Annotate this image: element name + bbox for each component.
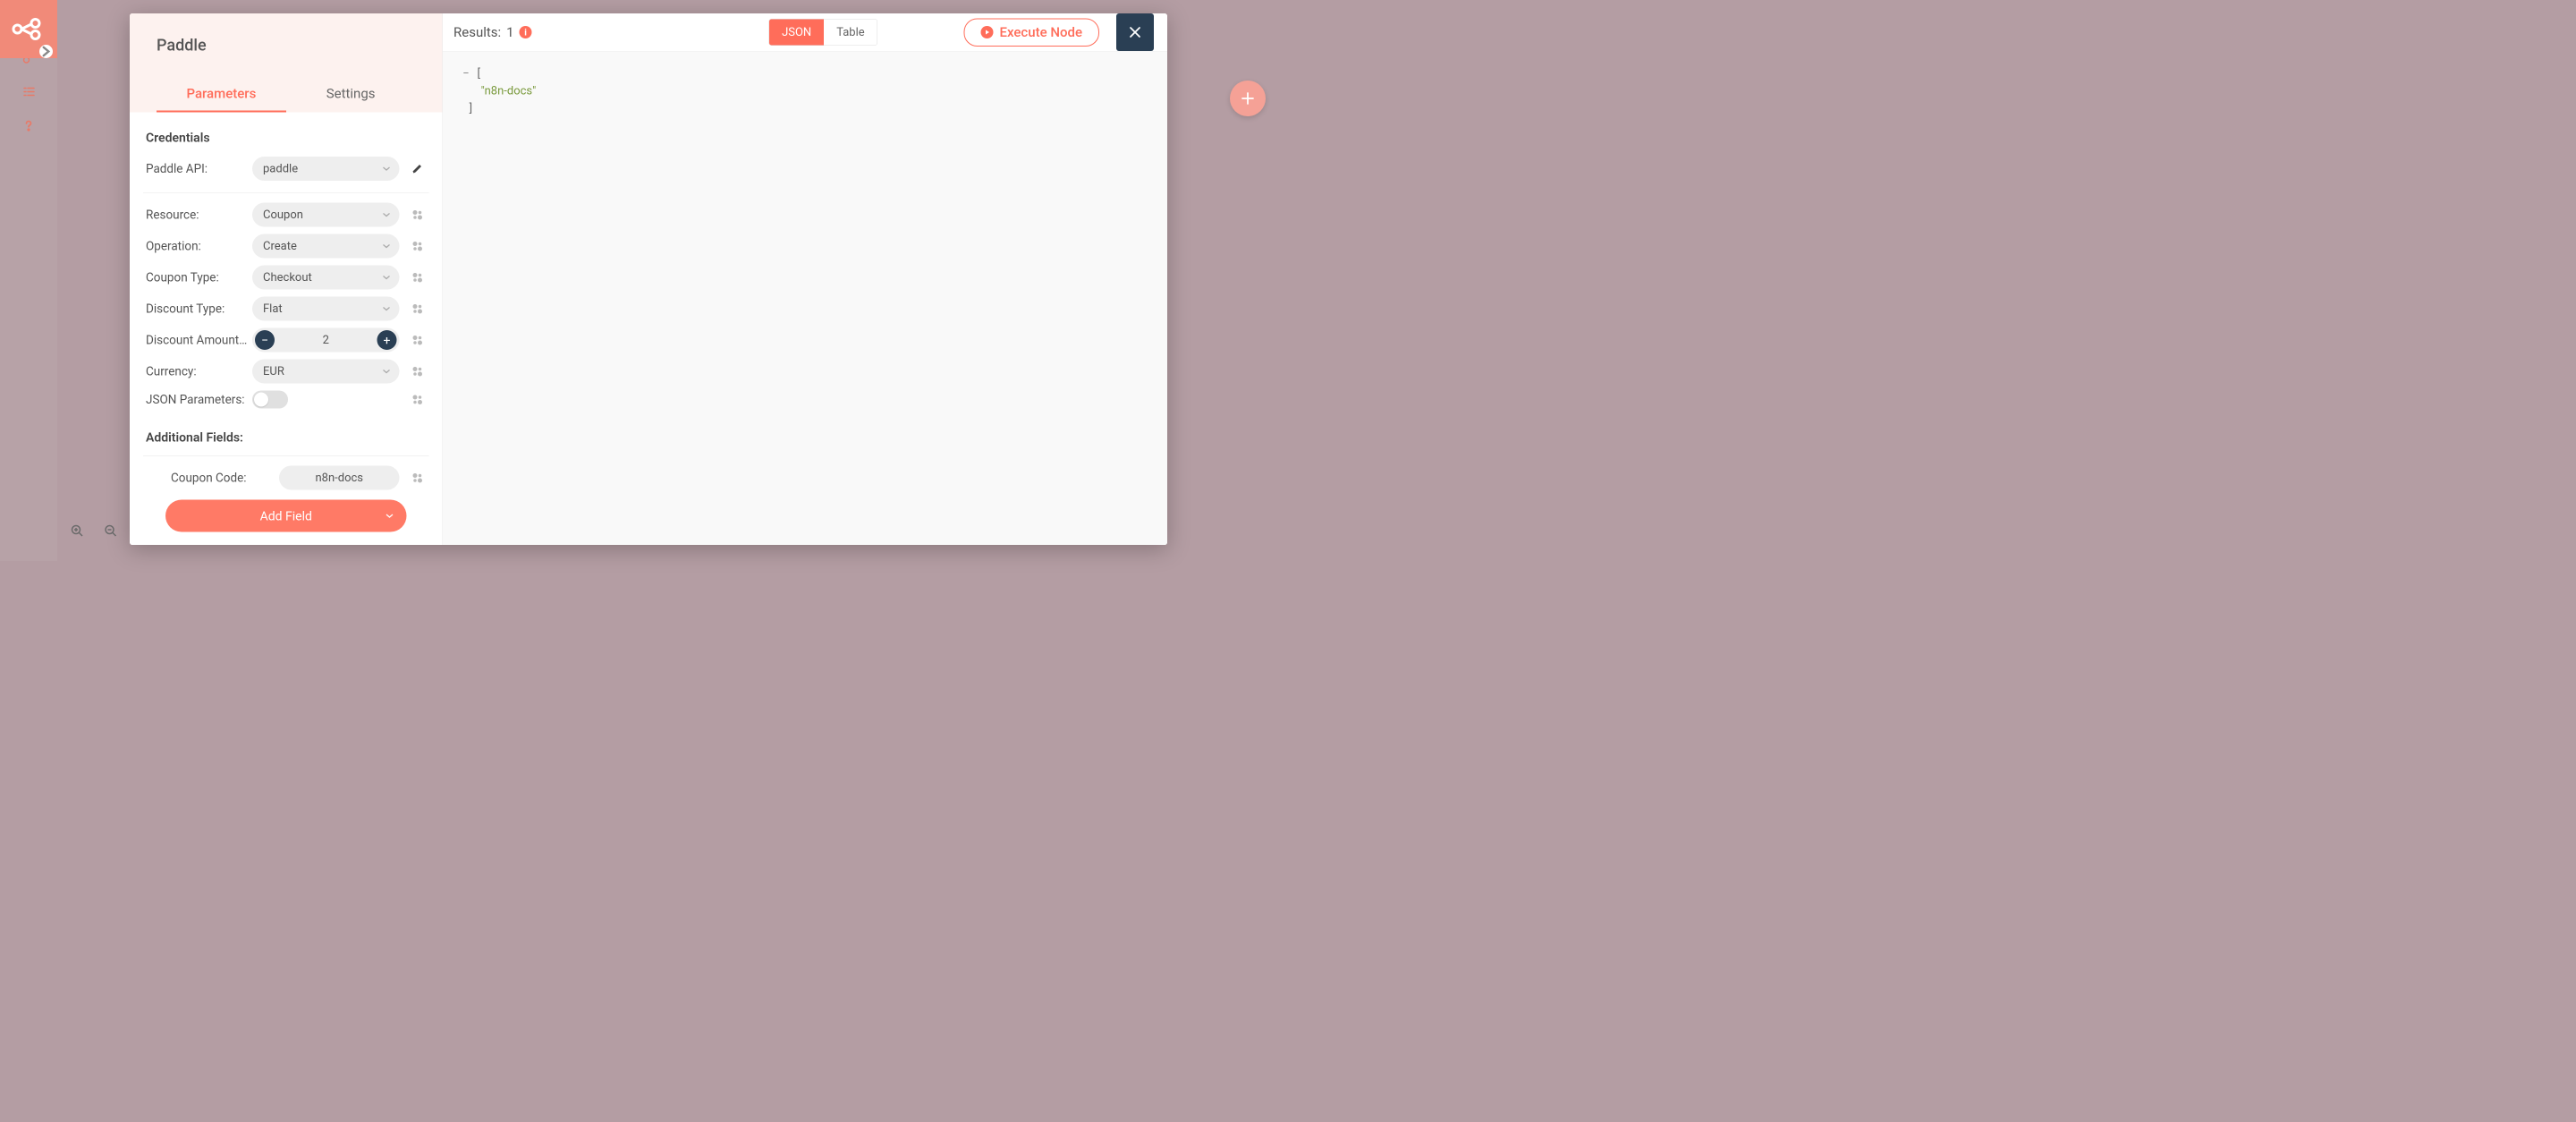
- coupon-type-select[interactable]: Checkout: [252, 266, 400, 290]
- json-view-tab[interactable]: JSON: [769, 20, 824, 46]
- discount-amount-value: 2: [277, 334, 375, 347]
- tabs: Parameters Settings: [157, 77, 416, 113]
- view-toggle: JSON Table: [769, 19, 878, 46]
- coupon-code-value: n8n-docs: [315, 472, 363, 485]
- resource-select[interactable]: Coupon: [252, 203, 400, 227]
- operation-value: Create: [263, 240, 297, 253]
- coupon-type-label: Coupon Type:: [146, 270, 249, 285]
- zoom-in-icon[interactable]: [65, 519, 90, 544]
- credential-select[interactable]: paddle: [252, 157, 400, 181]
- play-icon: [981, 26, 994, 38]
- json-output: − [ "n8n-docs" ]: [443, 51, 1167, 545]
- coupon-code-input[interactable]: n8n-docs: [279, 466, 400, 490]
- add-node-button[interactable]: [1230, 81, 1266, 116]
- currency-row: Currency: EUR: [143, 356, 429, 387]
- help-icon[interactable]: [20, 116, 38, 134]
- discount-amount-row: Discount Amount ... − 2 +: [143, 325, 429, 356]
- additional-fields-heading: Additional Fields:: [143, 412, 429, 454]
- json-params-row: JSON Parameters:: [143, 387, 429, 412]
- gear-icon[interactable]: [409, 237, 427, 255]
- results-count: Results: 1 i: [453, 24, 532, 40]
- coupon-type-row: Coupon Type: Checkout: [143, 262, 429, 293]
- coupon-type-value: Checkout: [263, 271, 312, 285]
- node-editor-modal: Paddle Parameters Settings Credentials P…: [130, 13, 1167, 545]
- operation-row: Operation: Create: [143, 231, 429, 262]
- json-result-value: "n8n-docs": [481, 84, 537, 98]
- results-label: Results:: [453, 24, 501, 40]
- gear-icon[interactable]: [409, 206, 427, 224]
- add-field-button[interactable]: Add Field: [165, 500, 407, 532]
- chevron-down-icon: [386, 513, 394, 519]
- table-view-tab[interactable]: Table: [824, 20, 877, 46]
- currency-select[interactable]: EUR: [252, 360, 400, 384]
- node-title: Paddle: [157, 36, 416, 55]
- resource-row: Resource: Coupon: [143, 193, 429, 231]
- gear-icon[interactable]: [409, 391, 427, 409]
- results-header: Results: 1 i JSON Table Execute Node: [443, 13, 1167, 51]
- gear-icon[interactable]: [409, 268, 427, 286]
- chevron-down-icon: [383, 166, 391, 172]
- currency-value: EUR: [263, 365, 284, 378]
- operation-label: Operation:: [146, 239, 249, 253]
- tab-parameters[interactable]: Parameters: [157, 77, 286, 113]
- discount-type-select[interactable]: Flat: [252, 297, 400, 321]
- currency-label: Currency:: [146, 364, 249, 378]
- discount-type-label: Discount Type:: [146, 302, 249, 316]
- gear-icon[interactable]: [409, 331, 427, 349]
- gear-icon[interactable]: [409, 300, 427, 318]
- resource-value: Coupon: [263, 208, 303, 222]
- discount-amount-stepper[interactable]: − 2 +: [252, 328, 400, 353]
- results-count-value: 1: [506, 24, 513, 40]
- close-button[interactable]: [1116, 13, 1154, 51]
- decrement-button[interactable]: −: [255, 330, 275, 350]
- credentials-heading: Credentials: [143, 126, 429, 154]
- executions-icon[interactable]: [20, 83, 38, 101]
- execute-node-button[interactable]: Execute Node: [964, 18, 1099, 47]
- resource-label: Resource:: [146, 208, 249, 222]
- app-logo: [0, 0, 57, 58]
- operation-select[interactable]: Create: [252, 234, 400, 259]
- zoom-out-icon[interactable]: [98, 519, 123, 544]
- discount-amount-label: Discount Amount ...: [146, 333, 249, 347]
- tab-settings[interactable]: Settings: [286, 77, 416, 113]
- chevron-down-icon: [383, 275, 391, 280]
- info-icon[interactable]: i: [520, 26, 532, 38]
- json-collapse-toggle[interactable]: −: [461, 65, 471, 83]
- coupon-code-row: Coupon Code: n8n-docs: [143, 455, 429, 494]
- add-field-label: Add Field: [260, 508, 312, 523]
- parameters-pane: Paddle Parameters Settings Credentials P…: [130, 13, 443, 545]
- left-header: Paddle Parameters Settings: [130, 13, 443, 113]
- json-params-label: JSON Parameters:: [146, 393, 249, 407]
- credential-value: paddle: [263, 162, 298, 175]
- discount-type-row: Discount Type: Flat: [143, 293, 429, 325]
- gear-icon[interactable]: [409, 469, 427, 487]
- chevron-down-icon: [383, 212, 391, 217]
- results-pane: Results: 1 i JSON Table Execute Node − […: [443, 13, 1167, 545]
- execute-label: Execute Node: [1000, 24, 1082, 40]
- app-sidebar: [0, 0, 57, 561]
- json-params-toggle[interactable]: [252, 391, 288, 409]
- gear-icon[interactable]: [409, 362, 427, 380]
- chevron-down-icon: [383, 306, 391, 311]
- increment-button[interactable]: +: [377, 330, 397, 350]
- discount-type-value: Flat: [263, 302, 283, 316]
- edit-credential-icon[interactable]: [409, 160, 427, 178]
- parameters-body: Credentials Paddle API: paddle Resource:: [130, 113, 443, 546]
- credential-row: Paddle API: paddle: [143, 153, 429, 193]
- chevron-down-icon: [383, 243, 391, 249]
- credential-label: Paddle API:: [146, 162, 249, 176]
- chevron-down-icon: [383, 369, 391, 374]
- canvas-zoom-controls: [65, 519, 123, 544]
- sidebar-expand-icon[interactable]: [39, 45, 53, 58]
- coupon-code-label: Coupon Code:: [146, 471, 275, 485]
